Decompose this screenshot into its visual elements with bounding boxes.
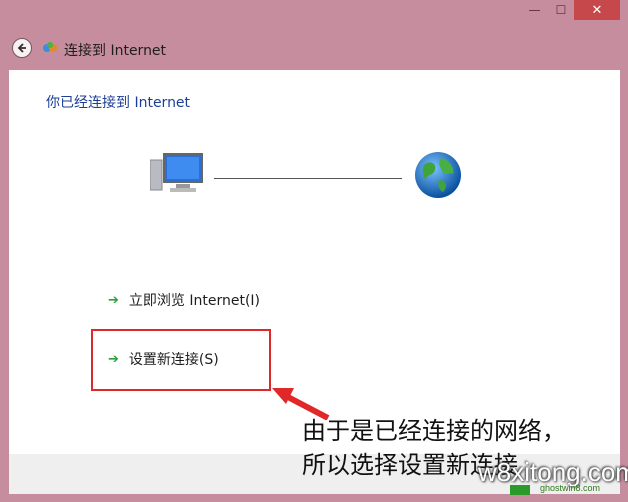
title-bar: — ☐ ✕ bbox=[0, 0, 628, 28]
window-title: 连接到 Internet bbox=[64, 43, 167, 59]
connection-line bbox=[214, 178, 402, 179]
green-arrow-icon: ➔ bbox=[108, 292, 119, 308]
maximize-button[interactable]: ☐ bbox=[548, 0, 574, 20]
back-arrow-icon bbox=[17, 43, 26, 53]
computer-icon bbox=[150, 153, 203, 192]
watermark-logo-icon bbox=[510, 485, 530, 495]
back-button[interactable] bbox=[12, 38, 32, 58]
network-connection-icon bbox=[43, 42, 57, 52]
red-highlight-box bbox=[91, 329, 271, 391]
status-heading: 你已经连接到 Internet bbox=[46, 95, 191, 111]
annotation-line-1: 由于是已经连接的网络， bbox=[302, 417, 566, 445]
browse-internet-label: 立即浏览 Internet(I) bbox=[128, 293, 260, 309]
minimize-button[interactable]: — bbox=[521, 0, 548, 20]
browse-internet-link[interactable]: ➔ 立即浏览 Internet(I) bbox=[108, 290, 260, 310]
internet-globe-icon bbox=[415, 152, 461, 198]
watermark: w8xitong.com ghostwin8.com bbox=[470, 455, 628, 495]
watermark-subtext: ghostwin8.com bbox=[540, 483, 601, 493]
close-button[interactable]: ✕ bbox=[574, 0, 620, 20]
